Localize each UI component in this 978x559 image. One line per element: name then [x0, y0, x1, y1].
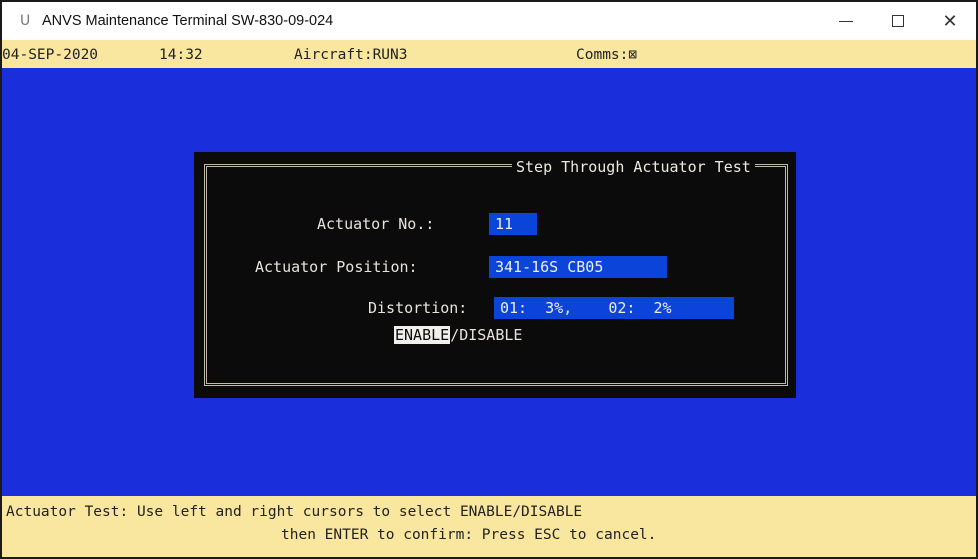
actuator-position-label: Actuator Position:: [255, 258, 418, 276]
disable-option[interactable]: DISABLE: [459, 326, 522, 344]
close-icon: ✕: [942, 10, 958, 32]
maximize-button[interactable]: [872, 2, 924, 40]
distortion-label: Distortion:: [368, 299, 468, 317]
terminal-screen: Step Through Actuator Test Actuator No.:…: [2, 68, 976, 496]
status-bar: 04-SEP-2020 14:32 Aircraft:RUN3 Comms:⊠: [2, 40, 976, 68]
status-comms: Comms:⊠: [576, 47, 638, 63]
window-title: ANVS Maintenance Terminal SW-830-09-024: [42, 13, 334, 29]
actuator-test-dialog: Step Through Actuator Test Actuator No.:…: [194, 152, 796, 398]
app-icon: U: [20, 13, 31, 29]
minimize-icon: [839, 20, 853, 22]
status-time: 14:32: [159, 47, 203, 63]
option-separator: /: [450, 326, 460, 344]
status-aircraft: Aircraft:RUN3: [294, 47, 408, 63]
terminal-window: U ANVS Maintenance Terminal SW-830-09-02…: [0, 0, 978, 559]
actuator-no-label: Actuator No.:: [317, 215, 435, 233]
help-line-2: then ENTER to confirm: Press ESC to canc…: [281, 527, 657, 543]
help-bar: Actuator Test: Use left and right cursor…: [2, 496, 976, 557]
maximize-icon: [892, 15, 904, 27]
dialog-title: Step Through Actuator Test: [512, 158, 755, 178]
actuator-no-field[interactable]: 11: [489, 213, 537, 235]
close-button[interactable]: ✕: [924, 2, 976, 40]
status-date: 04-SEP-2020: [2, 47, 99, 63]
window-controls: ✕: [820, 2, 976, 40]
enable-option[interactable]: ENABLE: [394, 326, 451, 344]
title-bar: U ANVS Maintenance Terminal SW-830-09-02…: [2, 2, 976, 40]
enable-disable-selector: ENABLE/DISABLE: [394, 324, 522, 346]
minimize-button[interactable]: [820, 2, 872, 40]
actuator-position-field[interactable]: 341-16S CB05: [489, 256, 667, 278]
help-line-1: Actuator Test: Use left and right cursor…: [6, 504, 583, 520]
distortion-field[interactable]: 01: 3%, 02: 2%: [494, 297, 734, 319]
